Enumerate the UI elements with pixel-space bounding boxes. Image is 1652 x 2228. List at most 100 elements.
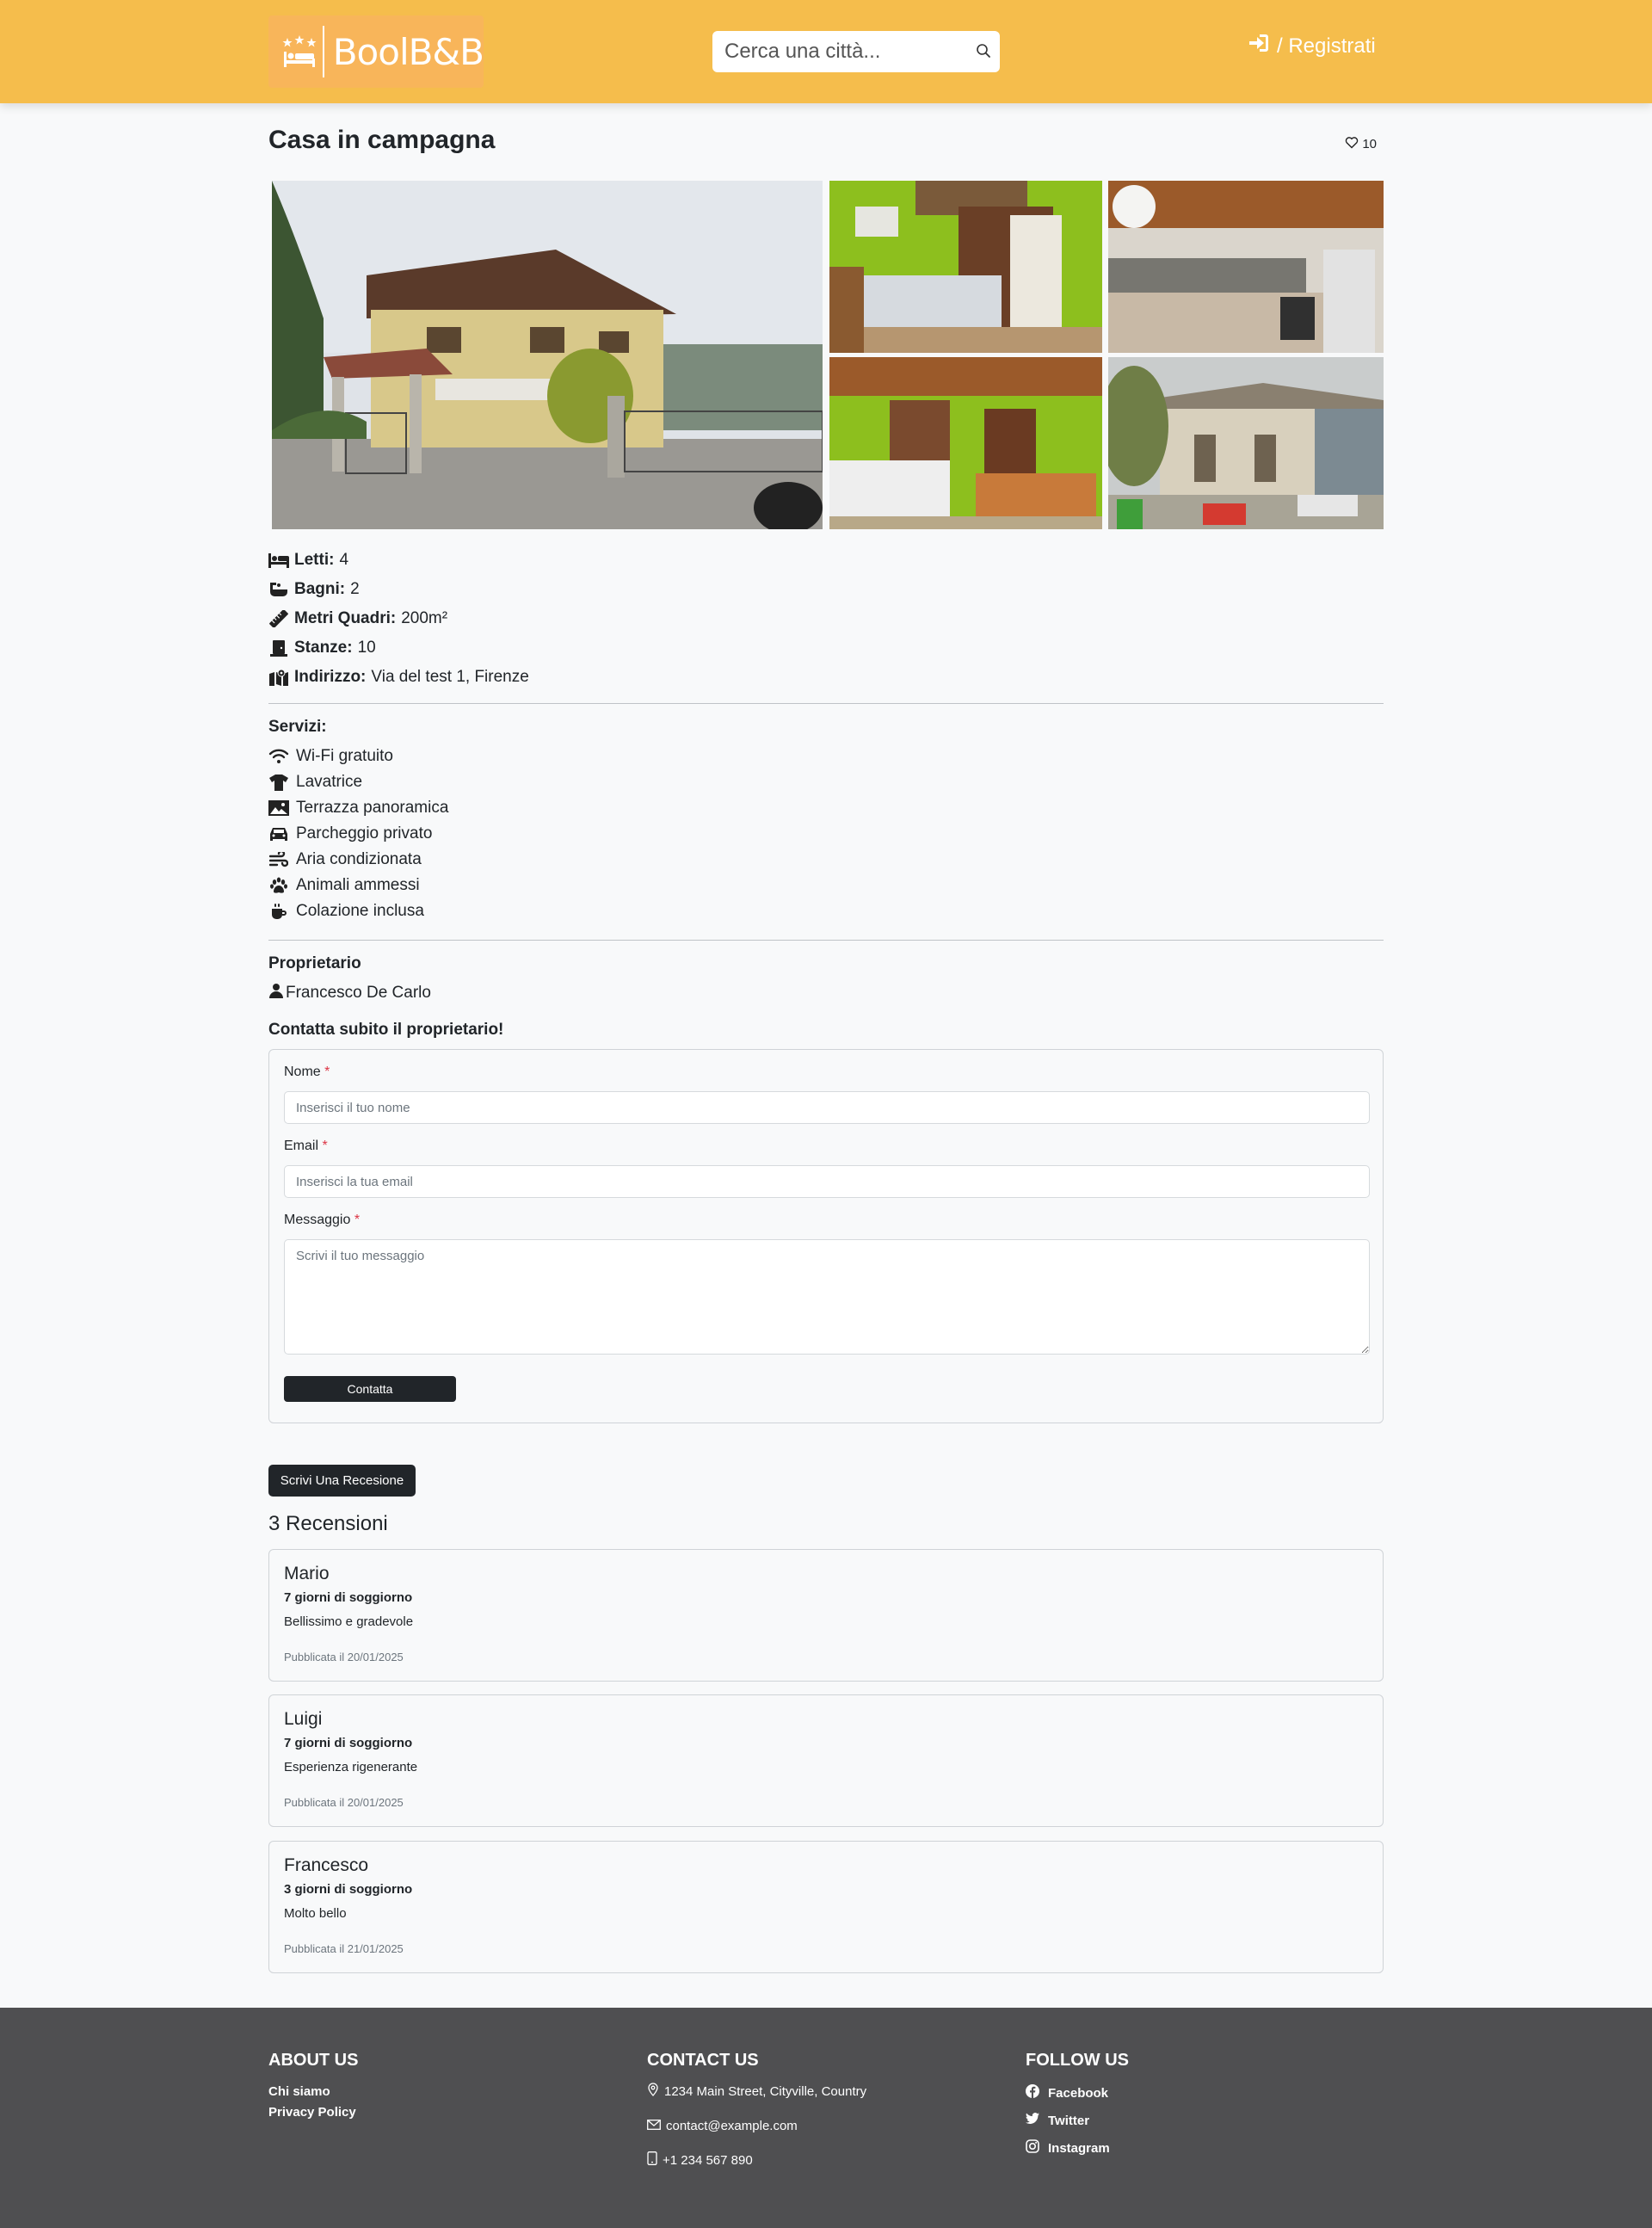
- services-list: Wi-Fi gratuito Lavatrice Terrazza panora…: [268, 744, 448, 924]
- shirt-icon: [268, 774, 289, 791]
- detail-label: Indirizzo:: [294, 668, 367, 686]
- title-row: Casa in campagna 10: [268, 126, 1384, 160]
- footer-link-about[interactable]: Chi siamo: [268, 2084, 358, 2105]
- like-button[interactable]: 10: [1345, 136, 1377, 152]
- bed-icon: [268, 552, 289, 569]
- review-text: Esperienza rigenerante: [284, 1760, 418, 1774]
- footer-email-text: contact@example.com: [666, 2118, 798, 2133]
- city-search: [712, 31, 1000, 72]
- name-label-text: Nome: [284, 1065, 321, 1079]
- social-label: Facebook: [1048, 2085, 1109, 2101]
- footer-about: ABOUT US Chi siamo Privacy Policy: [268, 2051, 358, 2126]
- footer-about-title: ABOUT US: [268, 2051, 359, 2070]
- footer-follow: FOLLOW US Facebook Twitter Instagram: [1026, 2051, 1129, 2162]
- service-label: Animali ammessi: [296, 876, 420, 894]
- owner-info: Francesco De Carlo: [268, 983, 431, 1003]
- review-author: Francesco: [284, 1855, 369, 1875]
- page-title: Casa in campagna: [268, 126, 496, 154]
- review-date: Pubblicata il 20/01/2025: [284, 1651, 404, 1663]
- social-twitter[interactable]: Twitter: [1026, 2107, 1129, 2134]
- name-label: Nome *: [284, 1065, 330, 1080]
- services-title: Servizi:: [268, 718, 327, 736]
- city-search-input[interactable]: [712, 33, 962, 71]
- divider: [268, 940, 1384, 941]
- contact-title: Contatta subito il proprietario!: [268, 1021, 504, 1039]
- twitter-icon: [1026, 2113, 1039, 2128]
- phone-icon: [647, 2151, 657, 2169]
- review-text: Bellissimo e gradevole: [284, 1614, 414, 1629]
- required-mark: *: [354, 1213, 361, 1227]
- paw-icon: [268, 877, 289, 894]
- required-mark: *: [324, 1065, 330, 1079]
- message-textarea[interactable]: [284, 1239, 1370, 1355]
- photo-gallery: [272, 181, 1384, 529]
- login-label: / Registrati: [1277, 34, 1376, 58]
- site-footer: ABOUT US Chi siamo Privacy Policy CONTAC…: [0, 2008, 1652, 2228]
- photo-courtyard[interactable]: [1108, 357, 1384, 529]
- review-date: Pubblicata il 20/01/2025: [284, 1796, 404, 1809]
- review-author: Mario: [284, 1564, 330, 1583]
- footer-phone[interactable]: +1 234 567 890: [647, 2143, 866, 2177]
- search-icon[interactable]: [976, 43, 993, 60]
- service-label: Parcheggio privato: [296, 824, 433, 842]
- review-stay: 7 giorni di soggiorno: [284, 1736, 413, 1750]
- social-instagram[interactable]: Instagram: [1026, 2134, 1129, 2162]
- photo-dining-room[interactable]: [829, 357, 1102, 529]
- message-label-text: Messaggio: [284, 1213, 351, 1227]
- sign-in-icon: [1248, 33, 1270, 59]
- contact-form: Nome * Email * Messaggio * Contatta: [268, 1049, 1384, 1423]
- service-item: Wi-Fi gratuito: [268, 744, 448, 769]
- name-input[interactable]: [284, 1091, 1370, 1124]
- detail-baths: Bagni: 2: [268, 575, 529, 604]
- service-item: Terrazza panoramica: [268, 795, 448, 821]
- contact-submit-button[interactable]: Contatta: [284, 1376, 456, 1402]
- login-register-link[interactable]: / Registrati: [1248, 33, 1376, 59]
- detail-label: Stanze:: [294, 639, 353, 657]
- site-header: BoolB&B / Registrati: [0, 0, 1652, 103]
- write-review-button[interactable]: Scrivi Una Recesione: [268, 1465, 416, 1497]
- facebook-icon: [1026, 2084, 1039, 2101]
- footer-address: 1234 Main Street, Cityville, Country: [647, 2074, 866, 2108]
- photo-main-house[interactable]: [272, 181, 823, 529]
- like-count: 10: [1362, 137, 1377, 151]
- service-label: Wi-Fi gratuito: [296, 747, 393, 765]
- footer-email[interactable]: contact@example.com: [647, 2108, 866, 2143]
- detail-value: 2: [350, 580, 360, 598]
- service-label: Terrazza panoramica: [296, 799, 449, 817]
- service-item: Colazione inclusa: [268, 898, 448, 924]
- photo-kitchen[interactable]: [1108, 181, 1384, 353]
- service-item: Lavatrice: [268, 769, 448, 795]
- detail-label: Metri Quadri:: [294, 609, 397, 627]
- detail-value: Via del test 1, Firenze: [371, 668, 529, 686]
- detail-value: 10: [357, 639, 376, 657]
- hotel-bed-icon: [279, 26, 319, 77]
- email-label: Email *: [284, 1139, 328, 1154]
- social-label: Twitter: [1048, 2113, 1090, 2128]
- footer-address-text: 1234 Main Street, Cityville, Country: [664, 2083, 867, 2099]
- review-card: Francesco 3 giorni di soggiorno Molto be…: [268, 1841, 1384, 1973]
- envelope-icon: [647, 2119, 661, 2133]
- wind-icon: [268, 851, 289, 868]
- site-logo[interactable]: BoolB&B: [268, 15, 484, 88]
- social-facebook[interactable]: Facebook: [1026, 2079, 1129, 2107]
- footer-contact-title: CONTACT US: [647, 2051, 759, 2070]
- bath-icon: [268, 581, 289, 598]
- email-input[interactable]: [284, 1165, 1370, 1198]
- reviews-count-title: 3 Recensioni: [268, 1512, 388, 1535]
- owner-name: Francesco De Carlo: [286, 984, 431, 1002]
- logo-divider: [323, 26, 324, 77]
- review-stay: 7 giorni di soggiorno: [284, 1590, 413, 1605]
- detail-address: Indirizzo: Via del test 1, Firenze: [268, 663, 529, 692]
- review-author: Luigi: [284, 1709, 323, 1729]
- service-label: Colazione inclusa: [296, 902, 424, 920]
- detail-label: Bagni:: [294, 580, 346, 598]
- footer-contact: CONTACT US 1234 Main Street, Cityville, …: [647, 2051, 866, 2177]
- divider: [268, 703, 1384, 704]
- wifi-icon: [268, 748, 289, 765]
- footer-link-privacy[interactable]: Privacy Policy: [268, 2105, 358, 2126]
- review-card: Luigi 7 giorni di soggiorno Esperienza r…: [268, 1694, 1384, 1827]
- instagram-icon: [1026, 2139, 1039, 2157]
- review-stay: 3 giorni di soggiorno: [284, 1882, 413, 1897]
- detail-value: 4: [339, 551, 349, 569]
- photo-living-room[interactable]: [829, 181, 1102, 353]
